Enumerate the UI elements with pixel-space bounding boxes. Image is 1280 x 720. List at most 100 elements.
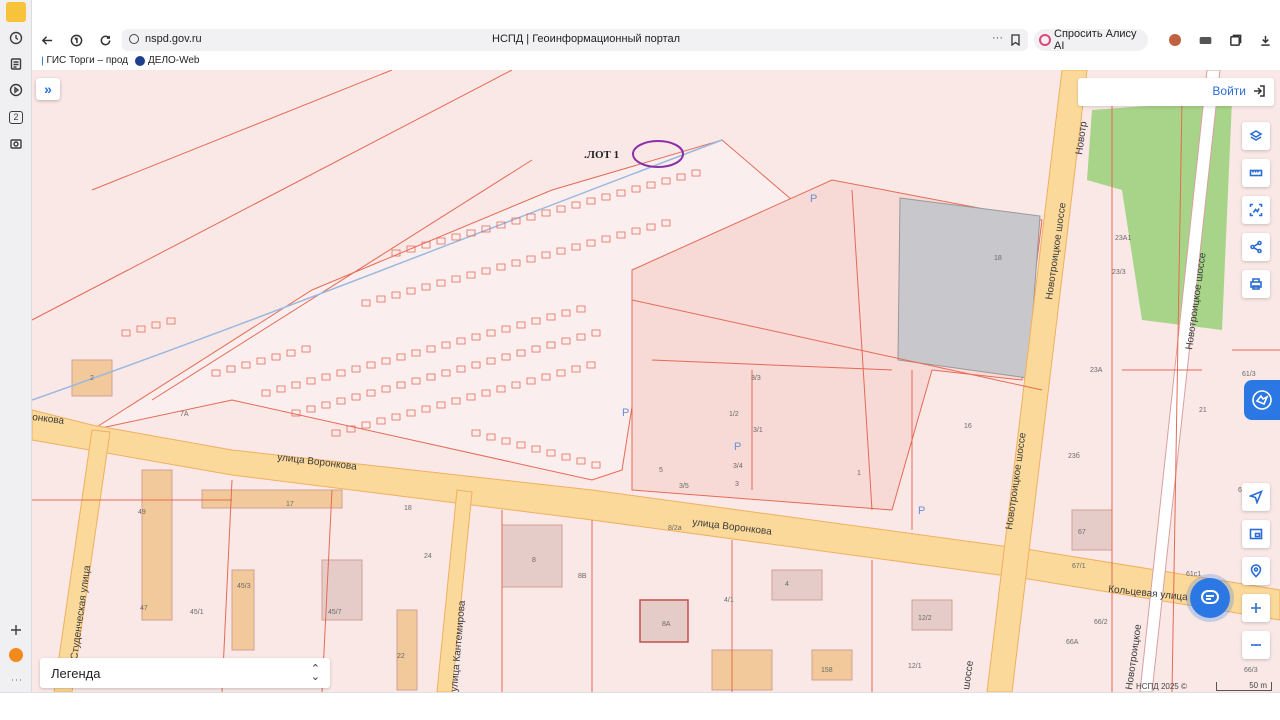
login-label: Войти — [1212, 84, 1246, 98]
cadastral-map[interactable]: .ЛОТ 1 улица Воронкова улица Воронкова о… — [32, 70, 1280, 692]
bookmark-label: ДЕЛО-Web — [148, 55, 200, 66]
login-bar: Войти — [1078, 78, 1274, 106]
bottom-strip — [0, 692, 1280, 720]
house-number: 12/2 — [918, 615, 932, 622]
house-number: 17 — [286, 501, 294, 508]
house-number: 3/5 — [679, 483, 689, 490]
back-icon[interactable] — [38, 31, 56, 49]
alice-icon — [1039, 34, 1051, 46]
map-canvas[interactable]: .ЛОТ 1 улица Воронкова улица Воронкова о… — [32, 70, 1280, 692]
house-number: 4 — [785, 581, 789, 588]
house-number: 2 — [90, 375, 94, 382]
login-button[interactable]: Войти — [1212, 84, 1266, 98]
downloads-icon[interactable] — [1256, 31, 1274, 49]
market-icon[interactable] — [6, 645, 26, 665]
house-number: 5 — [659, 467, 663, 474]
expand-panel-button[interactable]: » — [36, 78, 60, 100]
url-text: nspd.gov.ru — [145, 33, 202, 45]
house-number: 3 — [735, 481, 739, 488]
house-number: 66А — [1066, 639, 1079, 646]
site-info-icon[interactable] — [129, 34, 139, 44]
house-number: 1 — [857, 470, 861, 477]
history-icon[interactable] — [6, 28, 26, 48]
house-number: 47 — [140, 605, 148, 612]
zoom-in-button[interactable] — [1242, 594, 1270, 622]
feedback-icon — [1252, 390, 1272, 410]
address-bar[interactable]: nspd.gov.ru НСПД | Геоинформационный пор… — [122, 29, 1028, 51]
chat-icon — [1201, 590, 1219, 604]
extension-avatar-icon[interactable] — [1166, 31, 1184, 49]
plus-icon — [1251, 603, 1261, 613]
bookmark-delo-web[interactable]: ДЕЛО-Web — [135, 55, 200, 66]
select-area-icon — [1249, 203, 1263, 217]
title-strip — [32, 0, 1280, 28]
house-number: 45/7 — [328, 609, 342, 616]
copyright-text: НСПД 2025 © — [1136, 682, 1187, 691]
layers-button[interactable] — [1242, 122, 1270, 150]
house-number: 18 — [404, 505, 412, 512]
house-number: 8В — [578, 573, 587, 580]
house-number: 61с1 — [1186, 571, 1201, 578]
house-number: 66/3 — [1244, 667, 1258, 674]
notes-icon[interactable] — [6, 54, 26, 74]
bookmarks-bar: ГИС Торги – прод ДЕЛО-Web — [32, 52, 1280, 70]
house-number: 3/1 — [753, 427, 763, 434]
screenshot-icon[interactable] — [6, 134, 26, 154]
house-number: 12/1 — [908, 663, 922, 670]
print-button[interactable] — [1242, 270, 1270, 298]
house-number: 3/4 — [733, 463, 743, 470]
legend-dropdown[interactable]: Легенда ⌃ ⌄ — [40, 658, 330, 688]
parking-label: P — [810, 193, 817, 205]
bookmark-label: ГИС Торги – прод — [46, 55, 128, 66]
house-number: 8А — [662, 621, 671, 628]
minimap-icon — [1249, 528, 1263, 540]
house-number: 158 — [821, 667, 833, 674]
tab-counter-icon[interactable]: 2 — [6, 107, 26, 127]
browser-logo-icon[interactable] — [6, 2, 26, 22]
house-number: 45/1 — [190, 609, 204, 616]
ruler-button[interactable] — [1242, 159, 1270, 187]
login-icon — [1254, 85, 1265, 97]
share-button[interactable] — [1242, 233, 1270, 261]
reload-icon[interactable] — [96, 31, 114, 49]
bookmark-icon[interactable] — [1010, 34, 1021, 46]
collections-icon[interactable] — [1226, 31, 1244, 49]
more-options-button[interactable]: ··· — [992, 32, 1003, 44]
tab-counter: 2 — [9, 110, 23, 124]
house-number: 16 — [964, 423, 972, 430]
more-icon[interactable] — [6, 670, 26, 690]
house-number: 23б — [1068, 452, 1080, 460]
house-number: 8 — [532, 557, 536, 564]
bookmark-gis-torgi[interactable]: ГИС Торги – прод — [42, 55, 128, 66]
house-number: 8/2а — [668, 525, 682, 532]
play-icon[interactable] — [6, 80, 26, 100]
navigate-button[interactable] — [1242, 483, 1270, 511]
house-number: 4/1 — [724, 597, 734, 604]
feedback-tab[interactable] — [1244, 380, 1280, 420]
scale-label: 50 m — [1249, 681, 1267, 690]
share-icon — [1250, 240, 1262, 254]
parking-label: P — [622, 407, 629, 419]
minimap-button[interactable] — [1242, 520, 1270, 548]
zoom-out-button[interactable] — [1242, 631, 1270, 659]
delo-web-icon — [135, 55, 145, 66]
navigation-bar: nspd.gov.ru НСПД | Геоинформационный пор… — [32, 28, 1280, 52]
house-number: 45/3 — [237, 583, 251, 590]
house-number: 67/1 — [1072, 563, 1086, 570]
parking-label: P — [734, 441, 741, 453]
house-number: 67 — [1078, 529, 1086, 536]
layers-icon — [1249, 130, 1263, 141]
house-number: 23А1 — [1115, 235, 1131, 242]
geolocate-button[interactable] — [1242, 557, 1270, 585]
chat-button[interactable] — [1190, 578, 1230, 618]
yandex-icon[interactable] — [67, 31, 85, 49]
wallet-icon[interactable] — [1196, 31, 1214, 49]
browser-window: 2 nspd.gov.ru НСПД | Геоинформационный п… — [0, 0, 1280, 720]
add-icon[interactable] — [6, 620, 26, 640]
ask-alice-button[interactable]: Спросить Алису AI — [1034, 28, 1148, 52]
select-area-button[interactable] — [1242, 196, 1270, 224]
page-title: НСПД | Геоинформационный портал — [492, 33, 681, 45]
chevron-updown-icon: ⌃ ⌄ — [310, 663, 320, 683]
house-number: 1/2 — [729, 411, 739, 418]
ask-alice-label: Спросить Алису AI — [1054, 28, 1137, 52]
